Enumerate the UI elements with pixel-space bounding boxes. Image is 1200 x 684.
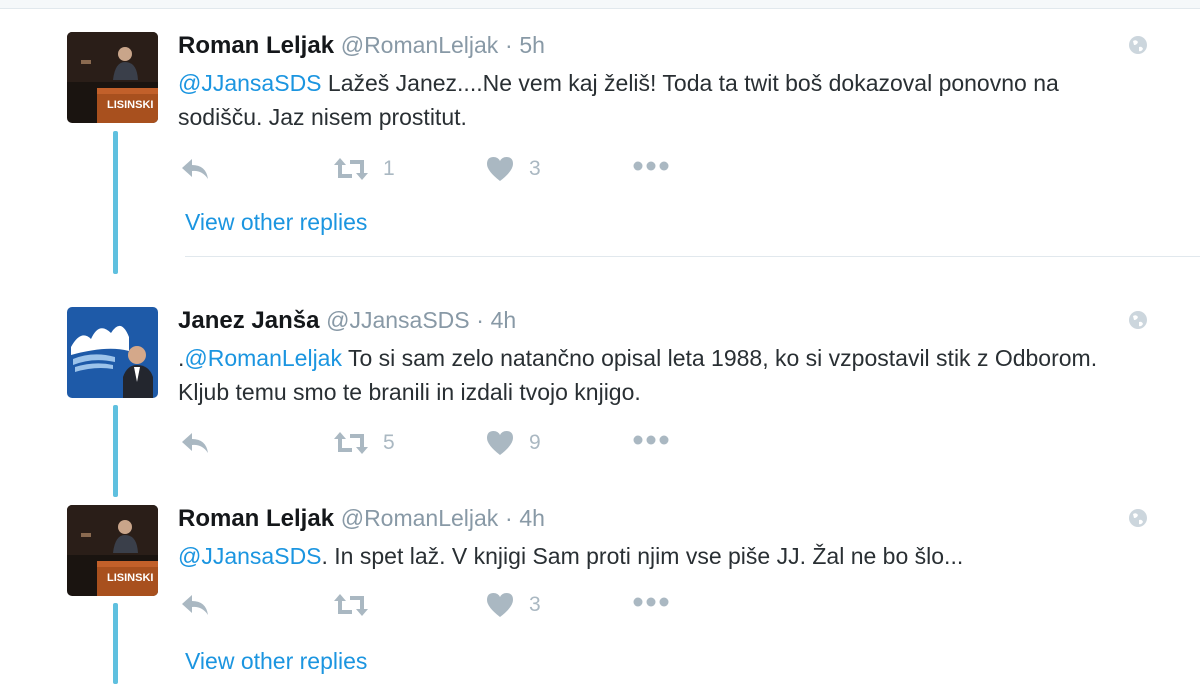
heart-icon (487, 157, 513, 181)
retweet-count: 5 (383, 431, 395, 454)
retweet-icon (334, 432, 368, 454)
tweet-header: Roman Leljak @RomanLeljak · 4h (178, 504, 1158, 533)
more-icon (633, 161, 669, 171)
timestamp[interactable]: 4h (519, 505, 545, 531)
thread-line (113, 603, 118, 684)
like-button[interactable]: 9 (485, 430, 541, 456)
avatar[interactable]: LISINSKI (67, 505, 158, 596)
heart-icon (487, 431, 513, 455)
retweet-count: 1 (383, 157, 395, 180)
tweet-actions: 3 (178, 592, 698, 622)
tweet-header: Roman Leljak @RomanLeljak · 5h (178, 31, 1158, 60)
retweet-button[interactable] (333, 592, 383, 618)
author-name[interactable]: Janez Janša (178, 307, 319, 334)
tweet-actions: 5 9 (178, 430, 698, 460)
reply-icon (182, 159, 208, 179)
more-button[interactable] (632, 434, 670, 446)
tweet-body: . In spet laž. V knjigi Sam proti njim v… (321, 543, 964, 569)
tweet-text: .@RomanLeljak To si sam zelo natančno op… (178, 341, 1098, 409)
retweet-button[interactable]: 5 (333, 430, 395, 456)
mention-link[interactable]: @RomanLeljak (184, 345, 342, 371)
more-icon (633, 597, 669, 607)
top-border (0, 0, 1200, 9)
mention-link[interactable]: @JJansaSDS (178, 543, 322, 569)
podium-text: LISINSKI (107, 572, 153, 584)
like-count: 3 (529, 593, 541, 616)
divider (185, 256, 1200, 257)
more-icon (633, 435, 669, 445)
globe-icon (1129, 311, 1147, 329)
podium-text: LISINSKI (107, 99, 153, 111)
heart-icon (487, 593, 513, 617)
timestamp[interactable]: 5h (519, 32, 545, 58)
retweet-icon (334, 158, 368, 180)
tweet-text: @JJansaSDS. In spet laž. V knjigi Sam pr… (178, 539, 1098, 573)
thread-line (113, 131, 118, 274)
tweet[interactable]: Janez Janša @JJansaSDS · 4h .@RomanLelja… (178, 306, 1158, 455)
reply-button[interactable] (180, 592, 210, 618)
author-handle[interactable]: @JJansaSDS (326, 307, 470, 333)
like-count: 9 (529, 431, 541, 454)
author-name[interactable]: Roman Leljak (178, 32, 334, 59)
timestamp[interactable]: 4h (491, 307, 517, 333)
avatar[interactable]: LISINSKI (67, 32, 158, 123)
more-button[interactable] (632, 160, 670, 172)
mention-link[interactable]: @JJansaSDS (178, 70, 322, 96)
author-name[interactable]: Roman Leljak (178, 505, 334, 532)
tweet-actions: 1 3 (178, 156, 698, 186)
separator-dot: · (504, 32, 513, 58)
like-button[interactable]: 3 (485, 592, 541, 618)
view-other-replies-link[interactable]: View other replies (185, 648, 367, 675)
more-button[interactable] (632, 596, 670, 608)
thread-line (113, 405, 118, 497)
separator-dot: · (476, 307, 484, 333)
tweet-header: Janez Janša @JJansaSDS · 4h (178, 306, 1158, 335)
separator-dot: · (504, 505, 513, 531)
view-other-replies-link[interactable]: View other replies (185, 209, 367, 236)
tweet-text: @JJansaSDS Lažeš Janez....Ne vem kaj žel… (178, 66, 1098, 134)
author-handle[interactable]: @RomanLeljak (341, 505, 499, 531)
reply-icon (182, 433, 208, 453)
globe-icon (1129, 509, 1147, 527)
like-count: 3 (529, 157, 541, 180)
retweet-button[interactable]: 1 (333, 156, 395, 182)
avatar[interactable] (67, 307, 158, 398)
reply-button[interactable] (180, 156, 210, 182)
like-button[interactable]: 3 (485, 156, 541, 182)
tweet[interactable]: Roman Leljak @RomanLeljak · 5h @JJansaSD… (178, 31, 1158, 181)
tweet[interactable]: Roman Leljak @RomanLeljak · 4h @JJansaSD… (178, 504, 1158, 617)
reply-button[interactable] (180, 430, 210, 456)
retweet-icon (334, 594, 368, 616)
reply-icon (182, 595, 208, 615)
globe-icon (1129, 36, 1147, 54)
author-handle[interactable]: @RomanLeljak (341, 32, 499, 58)
